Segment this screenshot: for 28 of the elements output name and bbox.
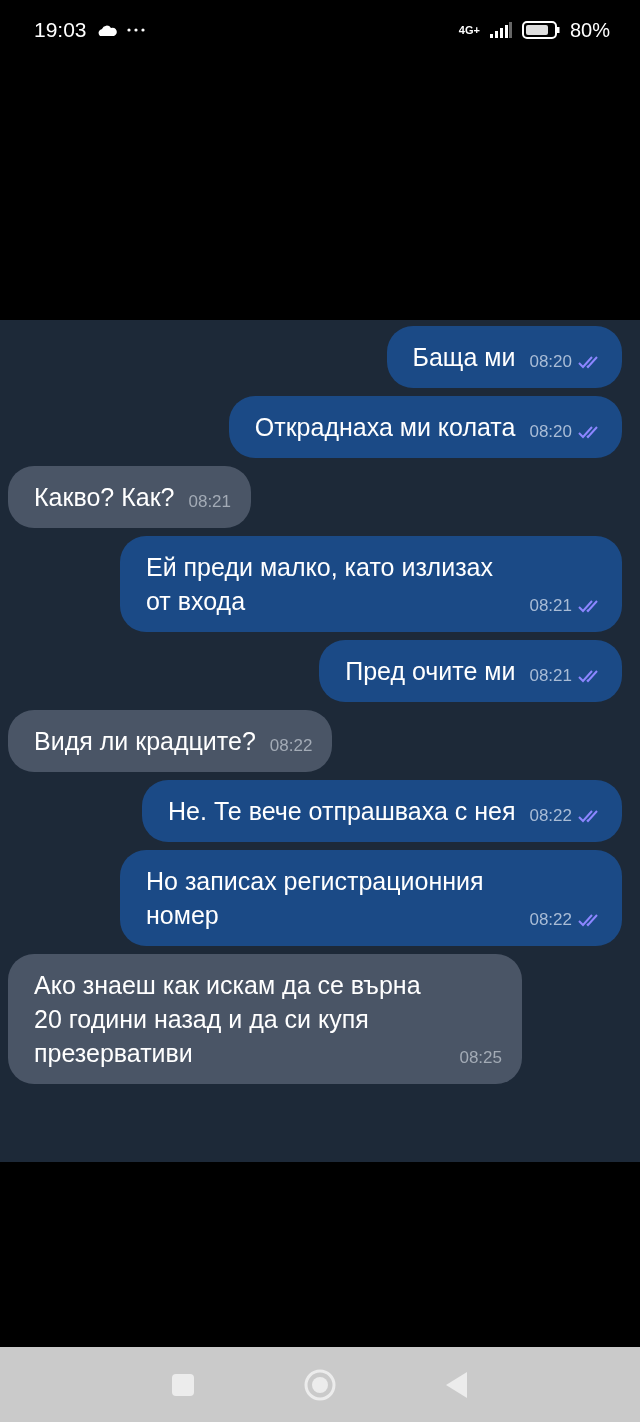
battery-percent: 80% (569, 18, 610, 42)
sent-message: Откраднаха ми колата 08:20 (228, 396, 622, 458)
message-time: 08:22 (529, 910, 572, 930)
back-icon[interactable] (446, 1371, 468, 1398)
sent-message: Но записах регистрационния номер 08:22 (120, 850, 622, 946)
sent-message: Пред очите ми 08:21 (319, 640, 622, 702)
more-dots-icon (126, 28, 145, 32)
sent-message: Не. Те вече отпрашваха с нея 08:22 (142, 780, 622, 842)
cloud-icon (96, 24, 117, 36)
message-time: 08:20 (529, 422, 572, 442)
recents-icon[interactable] (172, 1373, 194, 1396)
sent-message: Баща ми 08:20 (386, 326, 622, 388)
home-icon[interactable] (304, 1368, 336, 1401)
signal-icon (489, 22, 512, 38)
message-time: 08:22 (269, 736, 313, 756)
network-type: 4G+ (458, 24, 480, 36)
message-time: 08:21 (529, 596, 572, 616)
message-time: 08:25 (459, 1048, 502, 1068)
message-time: 08:20 (529, 352, 572, 372)
message-time: 08:21 (188, 492, 231, 512)
message-time: 08:22 (529, 806, 572, 826)
message-time: 08:21 (529, 666, 572, 686)
status-time: 19:03 (34, 18, 87, 42)
received-message: Ако знаеш как искам да се върна 20 години назад и да си купя презервативи 08:25 (8, 954, 522, 1084)
received-message: Видя ли крадците? 08:22 (8, 710, 333, 772)
battery-icon (521, 21, 560, 39)
received-message: Какво? Как? 08:21 (8, 466, 251, 528)
sent-message: Ей преди малко, като излизах от входа 08:21 (120, 536, 622, 632)
